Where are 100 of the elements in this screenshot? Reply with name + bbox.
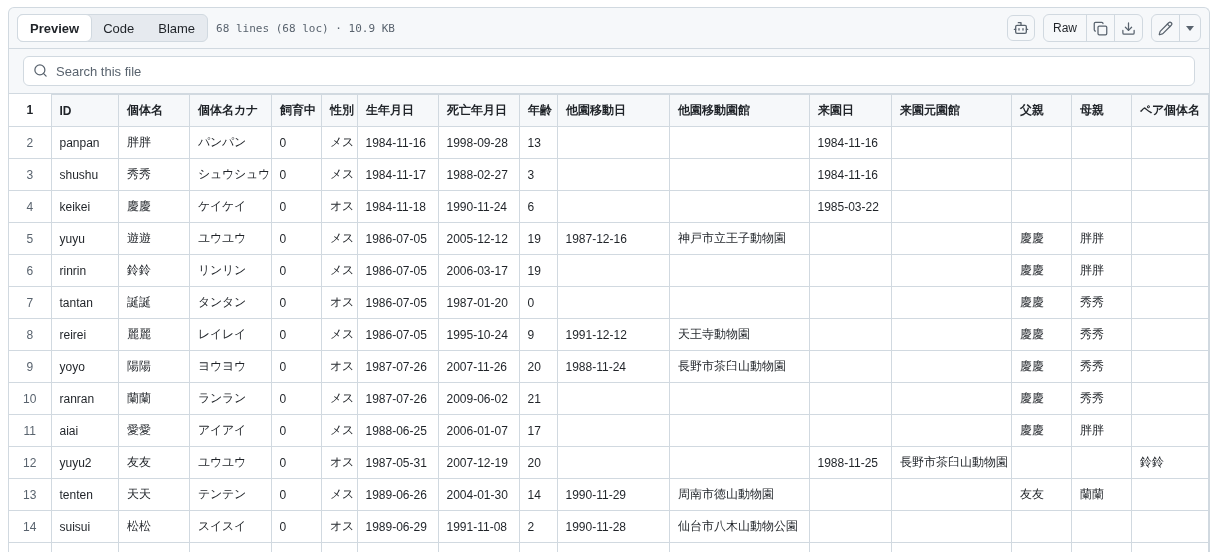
table-cell: 慶慶 bbox=[118, 190, 189, 223]
table-cell: 慶慶 bbox=[1011, 286, 1071, 319]
line-number: 9 bbox=[9, 350, 51, 383]
table-cell: 1998-09-28 bbox=[438, 126, 519, 159]
table-cell: オス bbox=[321, 190, 357, 223]
file-info: 68 lines (68 loc) · 10.9 KB bbox=[216, 21, 395, 35]
table-cell: 2007-12-19 bbox=[438, 446, 519, 479]
table-cell: 20 bbox=[519, 350, 557, 383]
caret-icon bbox=[1186, 24, 1194, 32]
table-cell: 慶慶 bbox=[1011, 254, 1071, 287]
column-header: 個体名カナ bbox=[189, 94, 271, 127]
table-cell: aiai bbox=[51, 414, 118, 447]
pencil-icon bbox=[1158, 20, 1173, 36]
table-cell: リンリン bbox=[189, 254, 271, 287]
table-cell: 2004-01-30 bbox=[438, 478, 519, 511]
table-cell: 1987-05-31 bbox=[357, 446, 438, 479]
table-cell: シュウシュウ bbox=[189, 158, 271, 191]
table-cell: 1991-12-12 bbox=[557, 318, 669, 351]
table-cell: 麗麗 bbox=[118, 318, 189, 351]
table-cell: 愛愛 bbox=[118, 414, 189, 447]
line-number: 3 bbox=[9, 158, 51, 191]
table-cell: 0 bbox=[271, 126, 321, 159]
table-cell: 誕誕 bbox=[118, 286, 189, 319]
search-icon bbox=[33, 63, 48, 78]
table-cell: 0 bbox=[271, 190, 321, 223]
line-number: 2 bbox=[9, 126, 51, 159]
table-cell: レイレイ bbox=[189, 318, 271, 351]
table-cell: 長野市茶臼山動物園 bbox=[669, 350, 809, 383]
view-tab[interactable]: Code bbox=[90, 14, 148, 42]
table-cell: 鈴鈴 bbox=[118, 254, 189, 287]
table-cell: 遊遊 bbox=[118, 222, 189, 255]
view-tab[interactable]: Preview bbox=[17, 14, 93, 42]
table-cell: タンタン bbox=[189, 286, 271, 319]
table-cell: 0 bbox=[271, 382, 321, 415]
table-cell: 0 bbox=[271, 478, 321, 511]
column-header: 他園移動日 bbox=[557, 94, 669, 127]
column-header: 個体名 bbox=[118, 94, 189, 127]
table-cell: メス bbox=[321, 254, 357, 287]
table-cell: 秀秀 bbox=[1071, 286, 1131, 319]
table-cell: 1986-07-05 bbox=[357, 318, 438, 351]
table-cell: 1986-07-05 bbox=[357, 222, 438, 255]
table-cell: オス bbox=[321, 286, 357, 319]
table-cell: 天天 bbox=[118, 478, 189, 511]
table-cell: 松松 bbox=[118, 510, 189, 543]
table-cell: メス bbox=[321, 414, 357, 447]
table-cell: tantan bbox=[51, 286, 118, 319]
table-cell: 1987-01-20 bbox=[438, 286, 519, 319]
table-cell: 蘭蘭 bbox=[1071, 478, 1131, 511]
table-cell: 2006-03-17 bbox=[438, 254, 519, 287]
column-header: ID bbox=[51, 94, 118, 127]
table-cell: 慶慶 bbox=[1011, 350, 1071, 383]
line-number: 6 bbox=[9, 254, 51, 287]
copy-icon bbox=[1093, 20, 1108, 36]
table-cell: 慶慶 bbox=[1011, 414, 1071, 447]
table-cell: keikei bbox=[51, 190, 118, 223]
table-cell: 秀秀 bbox=[118, 158, 189, 191]
table-cell: 2009-06-02 bbox=[438, 382, 519, 415]
table-cell: 慶慶 bbox=[1011, 318, 1071, 351]
line-number: 4 bbox=[9, 190, 51, 223]
table-cell: 19 bbox=[519, 222, 557, 255]
table-cell: 1984-11-18 bbox=[357, 190, 438, 223]
table-cell: tenten bbox=[51, 478, 118, 511]
table-cell: メス bbox=[321, 318, 357, 351]
table-cell: 1986-07-05 bbox=[357, 286, 438, 319]
table-cell: 1990-11-24 bbox=[438, 190, 519, 223]
table-cell: 陽陽 bbox=[118, 350, 189, 383]
table-cell: 1988-02-27 bbox=[438, 158, 519, 191]
column-header: 性別 bbox=[321, 94, 357, 127]
table-cell: 2 bbox=[519, 510, 557, 543]
table-cell: スイスイ bbox=[189, 510, 271, 543]
table-cell: 0 bbox=[519, 286, 557, 319]
column-header: 飼育中 bbox=[271, 94, 321, 127]
table-cell: 1989-06-26 bbox=[357, 478, 438, 511]
table-cell: 1988-11-24 bbox=[557, 350, 669, 383]
table-cell: 周南市徳山動物園 bbox=[669, 478, 809, 511]
table-cell: 2007-11-26 bbox=[438, 350, 519, 383]
table-cell: メス bbox=[321, 222, 357, 255]
table-cell: 仙台市八木山動物公園 bbox=[669, 510, 809, 543]
line-number: 13 bbox=[9, 478, 51, 511]
view-tab[interactable]: Blame bbox=[145, 14, 209, 42]
bot-button[interactable] bbox=[1007, 15, 1035, 41]
column-header: 年齢 bbox=[519, 94, 557, 127]
table-cell: 14 bbox=[519, 478, 557, 511]
table-cell: 17 bbox=[519, 414, 557, 447]
column-header: ペア個体名 bbox=[1131, 94, 1208, 127]
table-cell: 友友 bbox=[1011, 478, 1071, 511]
table-cell: 1988-11-25 bbox=[809, 446, 891, 479]
table-cell: 1984-11-16 bbox=[809, 158, 891, 191]
column-header: 母親 bbox=[1071, 94, 1131, 127]
raw-button[interactable]: Raw bbox=[1044, 15, 1086, 41]
table-cell: yuyu bbox=[51, 222, 118, 255]
table-cell: オス bbox=[321, 446, 357, 479]
table-cell: 秀秀 bbox=[1071, 318, 1131, 351]
table-cell: 0 bbox=[271, 318, 321, 351]
table-cell: suisui bbox=[51, 510, 118, 543]
table-cell: 0 bbox=[271, 350, 321, 383]
search-field[interactable]: Search this file bbox=[23, 56, 1195, 86]
table-cell: 胖胖 bbox=[1071, 414, 1131, 447]
line-number: 12 bbox=[9, 446, 51, 479]
column-header: 来園日 bbox=[809, 94, 891, 127]
